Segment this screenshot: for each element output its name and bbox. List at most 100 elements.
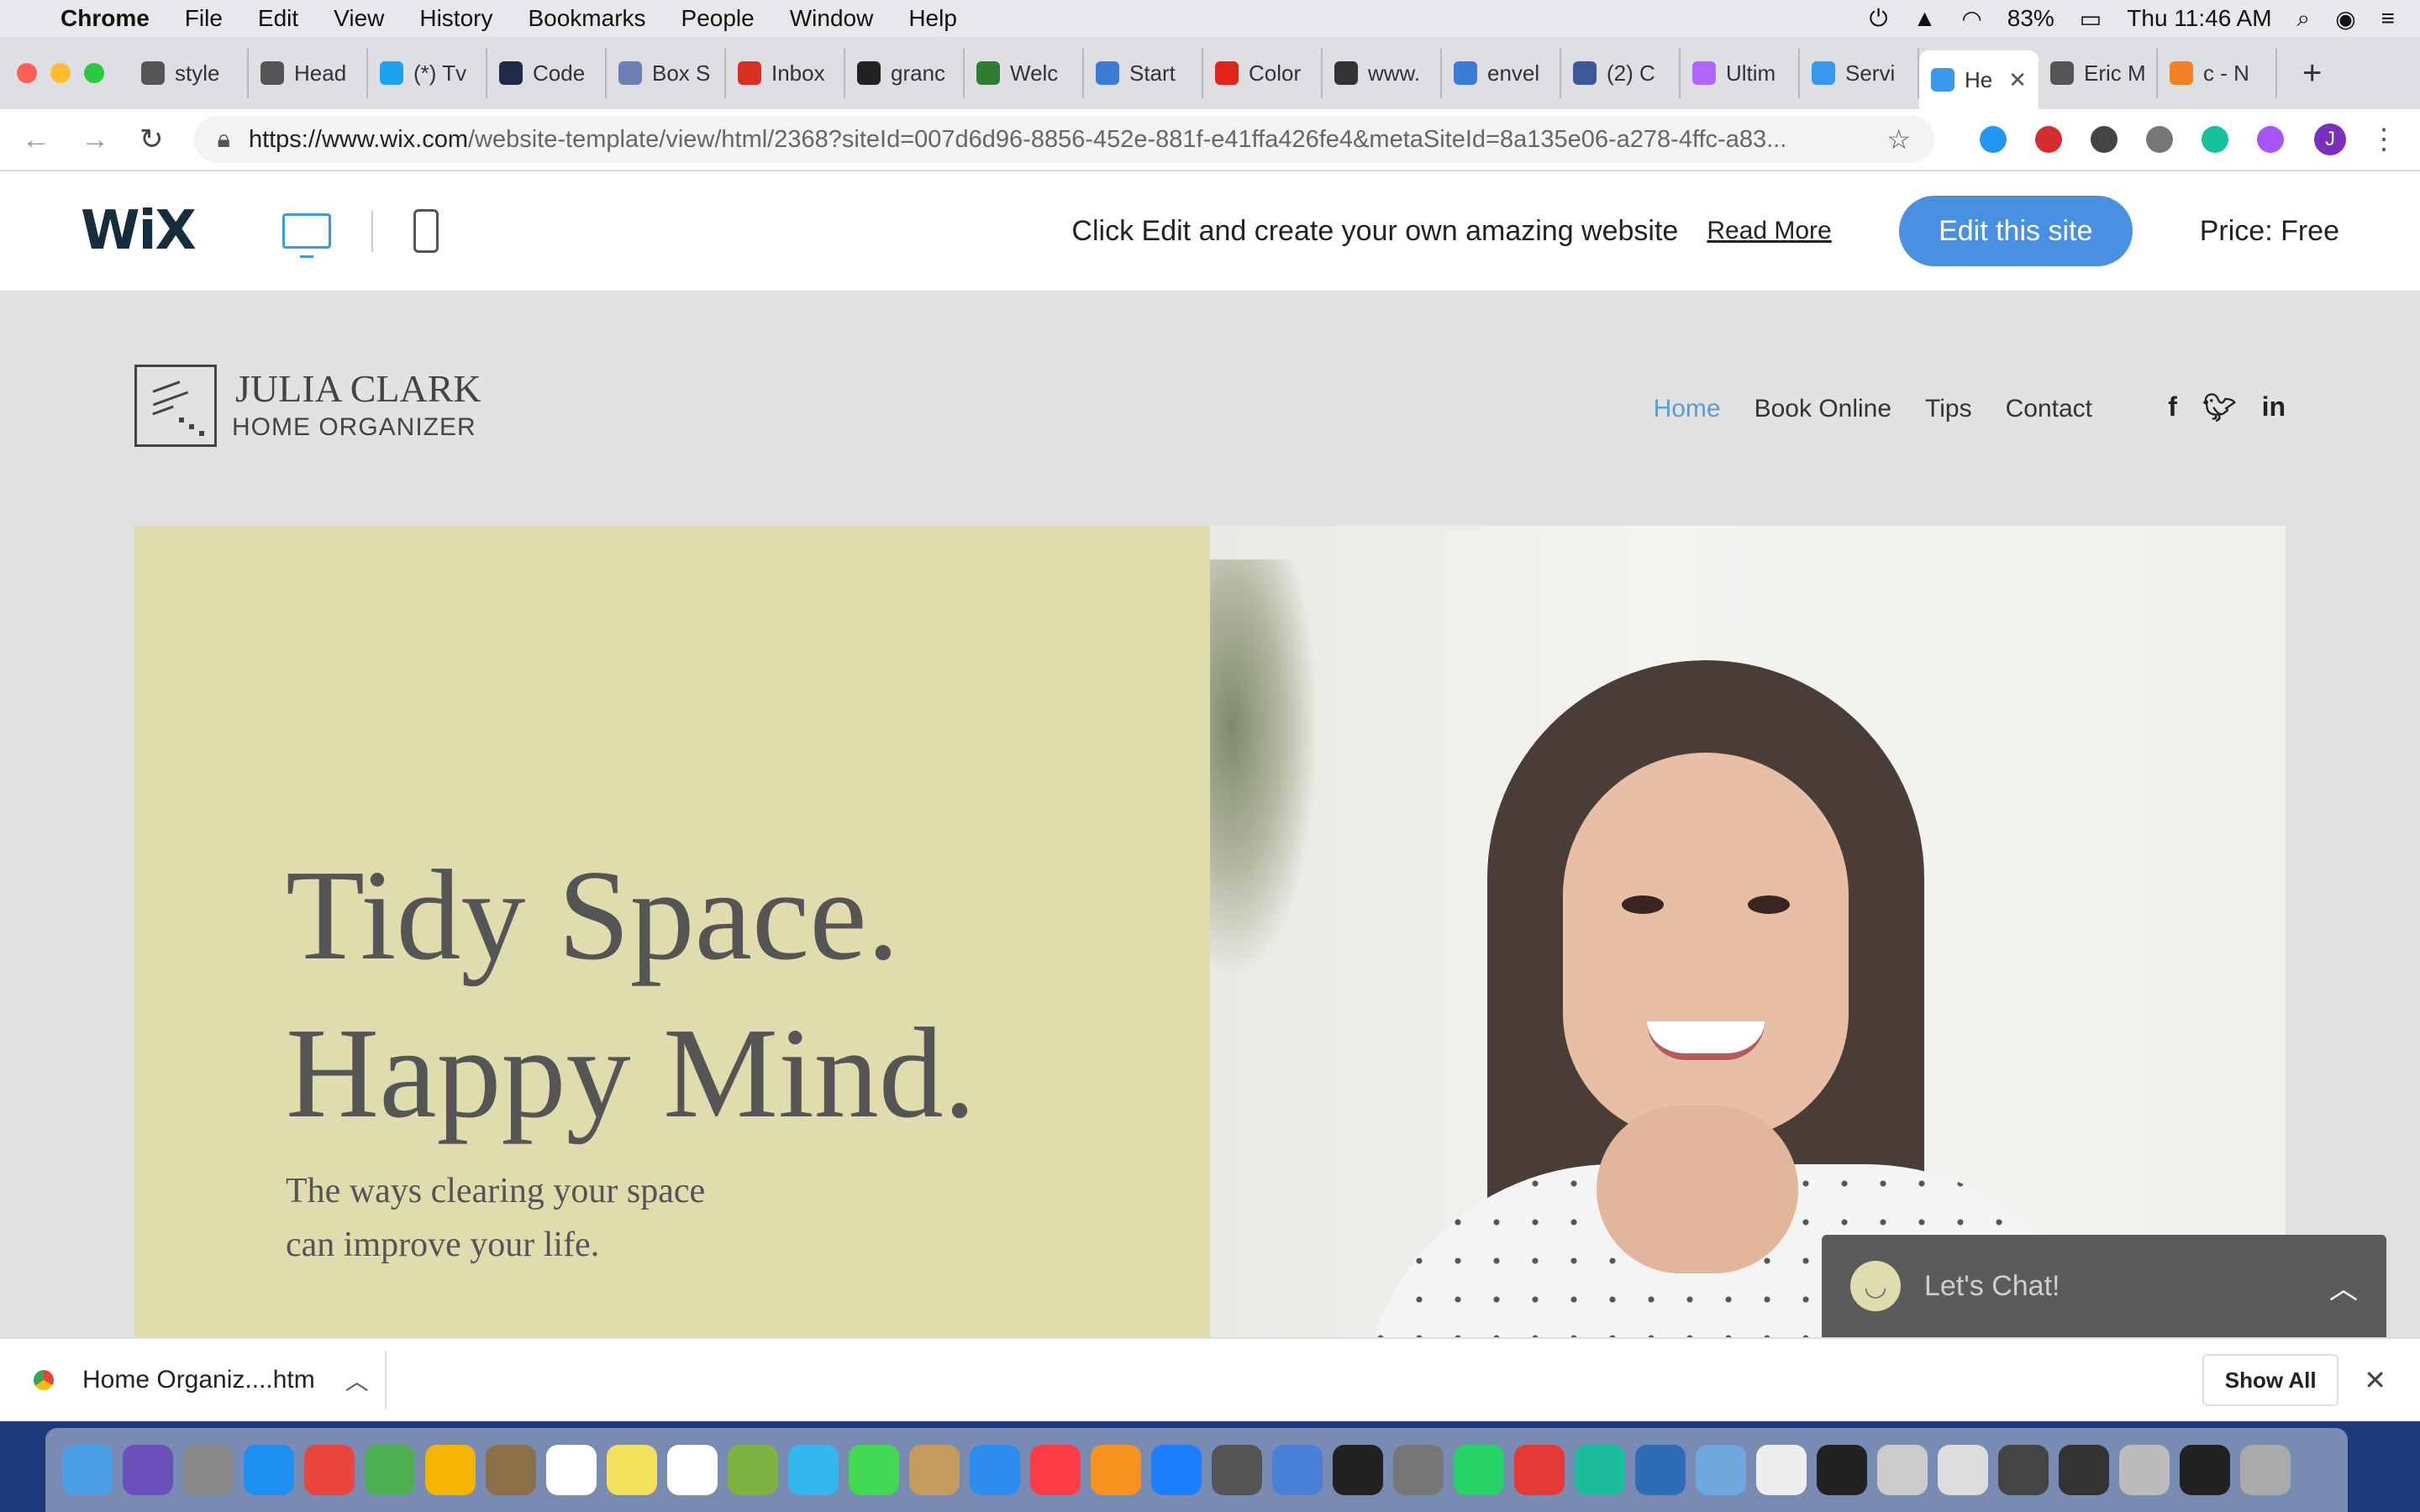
bookmark-star-icon[interactable]: ☆ — [1886, 123, 1911, 155]
nav-contact[interactable]: Contact — [2006, 395, 2092, 423]
dock-app-icon[interactable] — [2119, 1445, 2170, 1495]
browser-tab[interactable]: Servi — [1800, 48, 1919, 98]
menu-window[interactable]: Window — [790, 5, 874, 32]
read-more-link[interactable]: Read More — [1707, 217, 1831, 245]
browser-tab[interactable]: (*) Tv — [368, 48, 487, 98]
menu-app-name[interactable]: Chrome — [60, 5, 150, 32]
browser-tab[interactable]: Box S — [607, 48, 726, 98]
dock-app-icon[interactable] — [1877, 1445, 1928, 1495]
maximize-window-button[interactable] — [84, 63, 104, 83]
back-icon[interactable]: ← — [22, 123, 50, 156]
spotlight-search-icon[interactable]: ⌕ — [2297, 5, 2311, 33]
nav-home[interactable]: Home — [1654, 395, 1721, 423]
dock-app-icon[interactable] — [2180, 1445, 2230, 1495]
browser-tab[interactable]: Ultim — [1681, 48, 1800, 98]
chevron-up-icon[interactable]: ︿ — [2329, 1266, 2358, 1307]
browser-tab[interactable]: Start — [1084, 48, 1203, 98]
site-title[interactable]: JULIA CLARK — [235, 366, 481, 411]
close-window-button[interactable] — [17, 63, 37, 83]
menu-help[interactable]: Help — [908, 5, 957, 32]
chrome-menu-icon[interactable]: ⋮ — [2370, 123, 2398, 156]
browser-tab[interactable]: Color — [1203, 48, 1323, 98]
siri-icon[interactable]: ◉ — [2335, 5, 2355, 33]
menu-bookmarks[interactable]: Bookmarks — [528, 5, 645, 32]
color-extension-icon[interactable] — [2257, 126, 2284, 153]
profile-avatar[interactable]: J — [2314, 123, 2346, 155]
dock-app-icon[interactable] — [1091, 1445, 1141, 1495]
download-item[interactable]: Home Organiz....htm ︿ — [34, 1351, 387, 1410]
menu-file[interactable]: File — [185, 5, 223, 32]
dock-app-icon[interactable] — [1333, 1445, 1383, 1495]
dock-app-icon[interactable] — [1696, 1445, 1746, 1495]
close-icon[interactable]: ✕ — [2364, 1364, 2386, 1396]
browser-tab[interactable]: envel — [1442, 48, 1561, 98]
dock-app-icon[interactable] — [1454, 1445, 1504, 1495]
forward-icon[interactable]: → — [81, 123, 109, 156]
organizer-logo-icon[interactable] — [134, 365, 217, 447]
desktop-view-icon[interactable] — [281, 213, 331, 258]
minimize-window-button[interactable] — [50, 63, 71, 83]
skype-extension-icon[interactable] — [1980, 126, 2007, 153]
dock-app-icon[interactable] — [788, 1445, 839, 1495]
facebook-icon[interactable]: f — [2168, 391, 2177, 423]
dock-app-icon[interactable] — [2240, 1445, 2291, 1495]
dock-app-icon[interactable] — [62, 1445, 113, 1495]
dock-app-icon[interactable] — [365, 1445, 415, 1495]
wifi-icon[interactable]: ◠ — [1961, 5, 1981, 33]
browser-tab[interactable]: Code — [487, 48, 607, 98]
browser-tab[interactable]: granc — [845, 48, 965, 98]
notification-icon[interactable]: ▲ — [1913, 5, 1937, 32]
edit-this-site-button[interactable]: Edit this site — [1898, 196, 2133, 266]
dock-app-icon[interactable] — [607, 1445, 657, 1495]
battery-percent[interactable]: 83% — [2007, 5, 2054, 32]
browser-tab[interactable]: (2) C — [1561, 48, 1681, 98]
clock[interactable]: Thu 11:46 AM — [2127, 5, 2271, 32]
wix-logo[interactable]: WiX — [81, 200, 197, 262]
pm-extension-icon[interactable] — [2035, 126, 2062, 153]
extension-icon[interactable] — [2146, 126, 2173, 153]
dock-app-icon[interactable] — [244, 1445, 294, 1495]
browser-tab[interactable]: Welc — [965, 48, 1084, 98]
dock-app-icon[interactable] — [1393, 1445, 1444, 1495]
menu-edit[interactable]: Edit — [258, 5, 298, 32]
mobile-view-icon[interactable] — [413, 209, 439, 253]
dock-app-icon[interactable] — [183, 1445, 234, 1495]
menu-view[interactable]: View — [334, 5, 384, 32]
dock-app-icon[interactable] — [1756, 1445, 1807, 1495]
dock-app-icon[interactable] — [304, 1445, 355, 1495]
dock-app-icon[interactable] — [667, 1445, 718, 1495]
menu-people[interactable]: People — [681, 5, 755, 32]
dock-app-icon[interactable] — [546, 1445, 597, 1495]
dock-app-icon[interactable] — [1030, 1445, 1081, 1495]
dock-app-icon[interactable] — [728, 1445, 778, 1495]
chat-widget[interactable]: ◡ Let's Chat! ︿ — [1822, 1235, 2386, 1337]
browser-tab[interactable]: Head — [249, 48, 368, 98]
browser-tab[interactable]: c - N — [2158, 48, 2277, 98]
dock-app-icon[interactable] — [909, 1445, 960, 1495]
menu-history[interactable]: History — [419, 5, 492, 32]
browser-tab[interactable]: Eric M — [2039, 48, 2158, 98]
browser-tab[interactable]: www. — [1323, 48, 1442, 98]
reload-icon[interactable]: ↻ — [139, 123, 164, 156]
grammarly-extension-icon[interactable] — [2202, 126, 2228, 153]
nav-book-online[interactable]: Book Online — [1754, 395, 1891, 423]
battery-icon[interactable]: ▭ — [2080, 5, 2102, 33]
dock-app-icon[interactable] — [1212, 1445, 1262, 1495]
nav-tips[interactable]: Tips — [1925, 395, 1972, 423]
new-tab-button[interactable]: + — [2302, 55, 2322, 92]
openai-extension-icon[interactable] — [2091, 126, 2118, 153]
dock-app-icon[interactable] — [1817, 1445, 1867, 1495]
dock-app-icon[interactable] — [1938, 1445, 1988, 1495]
dock-app-icon[interactable] — [1272, 1445, 1323, 1495]
dock-app-icon[interactable] — [970, 1445, 1020, 1495]
chevron-up-icon[interactable]: ︿ — [345, 1363, 369, 1397]
power-icon[interactable]: ⏻ — [1869, 5, 1887, 33]
close-tab-icon[interactable]: ✕ — [2008, 67, 2027, 93]
dock-app-icon[interactable] — [1635, 1445, 1686, 1495]
twitter-icon[interactable]: 🐦︎ — [2202, 391, 2237, 423]
browser-tab[interactable]: He ✕ — [1919, 50, 2039, 109]
dock-app-icon[interactable] — [123, 1445, 173, 1495]
linkedin-icon[interactable]: in — [2262, 391, 2286, 423]
show-all-button[interactable]: Show All — [2202, 1354, 2339, 1406]
dock-app-icon[interactable] — [1514, 1445, 1565, 1495]
